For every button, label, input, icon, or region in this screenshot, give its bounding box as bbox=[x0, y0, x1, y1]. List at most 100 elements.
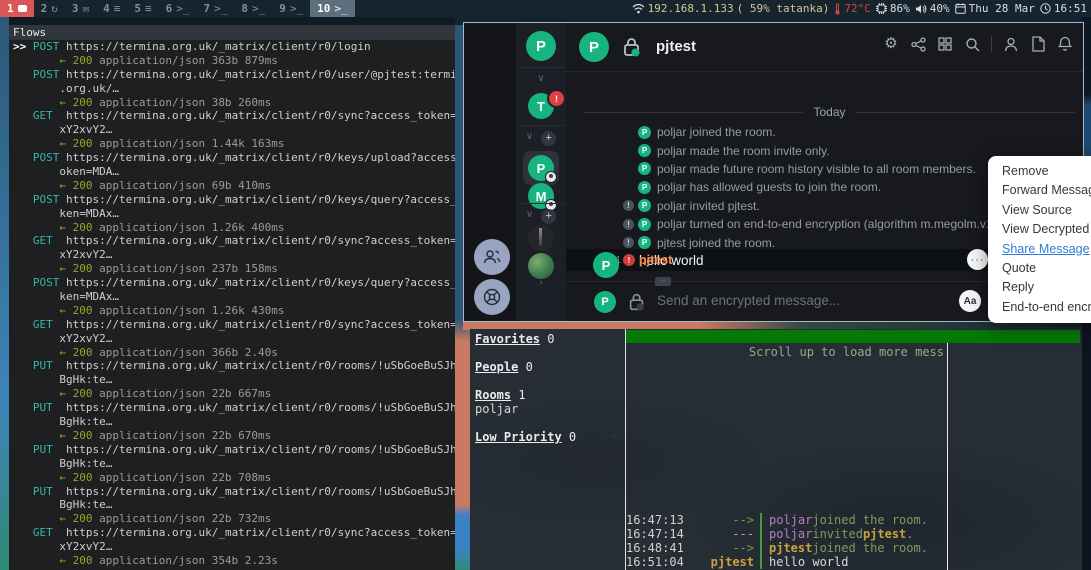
section-collapse-chevron[interactable]: ∨ bbox=[516, 73, 566, 84]
flow-row[interactable]: POST https://termina.org.uk/_matrix/clie… bbox=[13, 193, 455, 207]
flow-url-continuation: BgHk:te… bbox=[13, 457, 455, 471]
top-status-bar: 12↻3✉4≡5≡6>_7>_8>_9>_10>_ 192.168.1.133 … bbox=[0, 0, 1091, 17]
flow-response: ← 200 application/json 1.26k 430ms bbox=[13, 304, 455, 318]
flow-row[interactable]: PUT https://termina.org.uk/_matrix/clien… bbox=[13, 485, 455, 499]
menu-item-quote[interactable]: Quote bbox=[988, 259, 1091, 278]
log-text: pjtest bbox=[769, 541, 812, 555]
log-text: hello world bbox=[769, 555, 848, 569]
flow-row[interactable]: GET https://termina.org.uk/_matrix/clien… bbox=[13, 234, 455, 248]
menu-item-reply[interactable]: Reply bbox=[988, 278, 1091, 297]
flow-row[interactable]: PUT https://termina.org.uk/_matrix/clien… bbox=[13, 443, 455, 457]
event-text: pjtest joined the room. bbox=[657, 236, 775, 250]
dropdown-arrow-icon[interactable]: ▼ bbox=[610, 388, 617, 402]
apps-grid-icon[interactable] bbox=[937, 36, 953, 52]
event-avatar: P bbox=[638, 181, 651, 194]
room-header: P pjtest ⚙ bbox=[566, 23, 1083, 72]
buffer-section[interactable]: People 0▼ bbox=[475, 360, 625, 374]
terminal-icon: >_ bbox=[176, 2, 189, 15]
room-avatar-tower[interactable] bbox=[516, 225, 566, 251]
workspace-number: 10 bbox=[317, 2, 330, 15]
event-avatar: P bbox=[638, 199, 651, 212]
flow-method: POST bbox=[33, 68, 66, 81]
room-avatar-invite[interactable]: T ! bbox=[516, 93, 566, 119]
menu-item-share-message[interactable]: Share Message bbox=[988, 240, 1091, 259]
flow-row[interactable]: POST https://termina.org.uk/_matrix/clie… bbox=[13, 68, 455, 82]
log-line: 16:47:14---poljar invited pjtest. bbox=[626, 527, 947, 541]
dropdown-arrow-icon[interactable]: ▼ bbox=[610, 360, 617, 374]
workspace-number: 1 bbox=[7, 2, 14, 15]
flow-row[interactable]: POST https://termina.org.uk/_matrix/clie… bbox=[13, 276, 455, 290]
workspace-6[interactable]: 6>_ bbox=[159, 0, 197, 17]
menu-item-view-decrypted-s[interactable]: View Decrypted S bbox=[988, 220, 1091, 239]
workspace-4[interactable]: 4≡ bbox=[96, 0, 127, 17]
workspace-7[interactable]: 7>_ bbox=[197, 0, 235, 17]
flow-row[interactable]: PUT https://termina.org.uk/_matrix/clien… bbox=[13, 359, 455, 373]
buffer-section[interactable]: Rooms 1▼ bbox=[475, 388, 625, 402]
add-room-button[interactable]: + bbox=[541, 209, 556, 224]
flow-response: ← 200 application/json 38b 260ms bbox=[13, 96, 455, 110]
sender-avatar[interactable]: P bbox=[593, 252, 619, 278]
section-collapse-chevron[interactable]: ∨ bbox=[526, 131, 533, 146]
menu-item-forward-message[interactable]: Forward Message bbox=[988, 181, 1091, 200]
event-text: poljar invited pjtest. bbox=[657, 199, 760, 213]
event-text: poljar made the room invite only. bbox=[657, 144, 830, 158]
flow-url-continuation: ken=MDAx… bbox=[13, 290, 455, 304]
flow-row[interactable]: >> POST https://termina.org.uk/_matrix/c… bbox=[13, 40, 455, 54]
topic-bar bbox=[626, 330, 1080, 343]
members-icon[interactable] bbox=[1003, 36, 1019, 52]
flow-url: https://termina.org.uk/_matrix/client/r0… bbox=[66, 485, 455, 498]
menu-item-view-source[interactable]: View Source bbox=[988, 201, 1091, 220]
workspace-2[interactable]: 2↻ bbox=[34, 0, 65, 17]
date-divider: Today bbox=[584, 105, 1075, 119]
workspace-8[interactable]: 8>_ bbox=[234, 0, 272, 17]
workspace-list: 12↻3✉4≡5≡6>_7>_8>_9>_10>_ bbox=[0, 0, 355, 17]
dropdown-arrow-icon[interactable]: ▼ bbox=[610, 332, 617, 346]
settings-gear-icon[interactable]: ⚙ bbox=[883, 36, 899, 52]
dropdown-arrow-icon[interactable]: ▼ bbox=[610, 430, 617, 444]
log-prefix: --> bbox=[686, 513, 754, 527]
log-timestamp: 16:48:41 bbox=[626, 541, 686, 555]
section-collapse-chevron[interactable]: ∨ bbox=[526, 209, 533, 224]
sender-name: pjtest bbox=[639, 253, 672, 267]
workspace-3[interactable]: 3✉ bbox=[65, 0, 96, 17]
workspace-1[interactable]: 1 bbox=[0, 0, 34, 17]
room-header-avatar[interactable]: P bbox=[579, 32, 609, 62]
formatting-aa-button[interactable]: Aa bbox=[959, 290, 981, 312]
buffer-section[interactable]: Low Priority 0▼ bbox=[475, 430, 625, 444]
room-avatar-pjtest-dm[interactable]: P bbox=[516, 155, 566, 181]
user-avatar[interactable]: P bbox=[516, 31, 566, 61]
refresh-icon: ↻ bbox=[51, 2, 58, 15]
flow-row[interactable]: GET https://termina.org.uk/_matrix/clien… bbox=[13, 318, 455, 332]
flow-method: GET bbox=[33, 526, 66, 539]
menu-item-remove[interactable]: Remove bbox=[988, 162, 1091, 181]
share-icon[interactable] bbox=[910, 36, 926, 52]
flow-row[interactable]: POST https://termina.org.uk/_matrix/clie… bbox=[13, 151, 455, 165]
workspace-9[interactable]: 9>_ bbox=[272, 0, 310, 17]
menu-item-end-to-end-encry[interactable]: End-to-end encry bbox=[988, 298, 1091, 317]
search-icon[interactable] bbox=[964, 36, 980, 52]
terminal-icon: >_ bbox=[214, 2, 227, 15]
message-options-button[interactable]: ··· bbox=[967, 249, 988, 270]
section-divider bbox=[516, 203, 566, 204]
flow-row[interactable]: GET https://termina.org.uk/_matrix/clien… bbox=[13, 526, 455, 540]
message-input[interactable]: Send an encrypted message... bbox=[657, 293, 840, 308]
flow-row[interactable]: GET https://termina.org.uk/_matrix/clien… bbox=[13, 109, 455, 123]
flow-row[interactable]: PUT https://termina.org.uk/_matrix/clien… bbox=[13, 401, 455, 415]
people-button[interactable] bbox=[474, 239, 510, 275]
workspace-5[interactable]: 5≡ bbox=[127, 0, 158, 17]
expand-chevron[interactable]: › bbox=[516, 277, 566, 288]
room-avatar-earth[interactable] bbox=[516, 253, 566, 279]
buffer-item-poljar[interactable]: poljar bbox=[475, 402, 625, 416]
workspace-10[interactable]: 10>_ bbox=[310, 0, 355, 17]
cpu-icon bbox=[876, 3, 887, 14]
files-icon[interactable] bbox=[1030, 36, 1046, 52]
flow-response-info: application/json 366b 2.40s bbox=[92, 346, 277, 359]
notifications-bell-icon[interactable] bbox=[1057, 36, 1073, 52]
encrypted-lock-icon bbox=[621, 36, 643, 58]
section-header-row: ∨ + bbox=[516, 131, 566, 146]
add-room-button[interactable]: + bbox=[541, 131, 556, 146]
flow-url: https://termina.org.uk/_matrix/client/r0… bbox=[66, 193, 455, 206]
room-avatar-m-dm[interactable]: M bbox=[516, 183, 566, 209]
buffer-section[interactable]: Favorites 0▼ bbox=[475, 332, 625, 346]
explore-button[interactable] bbox=[474, 279, 510, 315]
